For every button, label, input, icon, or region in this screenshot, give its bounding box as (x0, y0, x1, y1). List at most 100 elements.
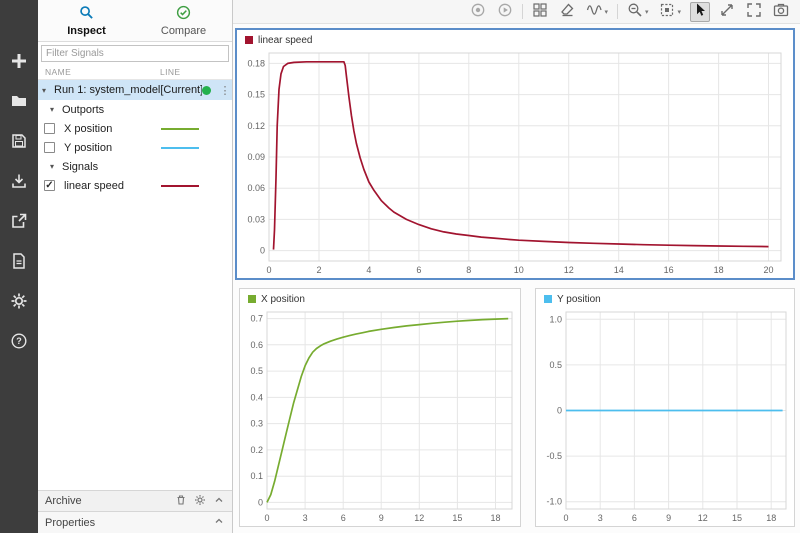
svg-text:18: 18 (714, 265, 724, 275)
group-expand-triangle-icon[interactable]: ▾ (50, 162, 62, 171)
svg-text:0.12: 0.12 (247, 121, 265, 131)
svg-text:12: 12 (414, 513, 424, 523)
snapshot-button[interactable] (771, 2, 791, 22)
archive-bar-icons (175, 494, 225, 509)
signal-label: X position (64, 123, 159, 135)
svg-text:15: 15 (732, 513, 742, 523)
svg-text:?: ? (16, 336, 22, 346)
run-expand-triangle-icon[interactable]: ▾ (42, 86, 54, 95)
legend-label: Y position (557, 294, 601, 305)
plot-y-position[interactable]: Y position 0369121518-1.0-0.500.51.0 (535, 288, 795, 527)
fit-to-view-button[interactable]: ▾ (657, 2, 683, 22)
save-button[interactable] (0, 122, 38, 162)
plot-x-position[interactable]: X position 036912151800.10.20.30.40.50.6… (239, 288, 521, 527)
preferences-button[interactable] (0, 282, 38, 322)
playback-button[interactable] (495, 2, 515, 22)
properties-label: Properties (45, 517, 213, 529)
signal-row-x-position[interactable]: X position (38, 119, 232, 138)
layout-button[interactable] (530, 2, 550, 22)
signal-line-swatch (161, 128, 199, 130)
svg-text:0.4: 0.4 (250, 392, 263, 402)
signal-label: linear speed (64, 180, 159, 192)
trash-icon[interactable] (175, 494, 187, 509)
line-column (159, 185, 232, 187)
signal-row-y-position[interactable]: Y position (38, 138, 232, 157)
x-position-chart[interactable]: 036912151800.10.20.30.40.50.60.7 (240, 306, 520, 526)
svg-text:0: 0 (266, 265, 271, 275)
svg-text:16: 16 (664, 265, 674, 275)
svg-text:0: 0 (258, 497, 263, 507)
plot-linear-speed[interactable]: linear speed 0246810121416182000.030.060… (235, 28, 795, 280)
archive-settings-gear-icon[interactable] (194, 494, 206, 509)
export-button[interactable] (0, 202, 38, 242)
svg-text:18: 18 (766, 513, 776, 523)
y-position-chart[interactable]: 0369121518-1.0-0.500.51.0 (536, 306, 794, 526)
open-button[interactable] (0, 82, 38, 122)
svg-text:3: 3 (303, 513, 308, 523)
create-report-button[interactable] (0, 242, 38, 282)
linear-speed-chart[interactable]: 0246810121416182000.030.060.090.120.150.… (237, 47, 793, 278)
check-icon: ✓ (45, 181, 53, 191)
svg-text:0.15: 0.15 (247, 90, 265, 100)
import-button[interactable] (0, 162, 38, 202)
group-label: Outports (62, 104, 232, 116)
archive-bar[interactable]: Archive (38, 490, 232, 511)
table-header: NAME LINE (38, 65, 232, 80)
run-row[interactable]: ▾ Run 1: system_model[Current] ⋮ (38, 80, 232, 100)
group-row-outports[interactable]: ▾ Outports (38, 100, 232, 119)
group-label: Signals (62, 161, 232, 173)
tab-compare[interactable]: Compare (135, 0, 232, 41)
plus-icon (10, 52, 28, 73)
column-line-header: LINE (160, 67, 232, 77)
fullscreen-button[interactable] (744, 2, 764, 22)
svg-text:14: 14 (614, 265, 624, 275)
signal-checkbox[interactable]: ✓ (44, 180, 55, 191)
collapse-chevron-icon[interactable] (213, 515, 225, 530)
svg-text:2: 2 (316, 265, 321, 275)
add-button[interactable] (0, 42, 38, 82)
plot-toolbar: ▾ ▾ ▾ (233, 0, 800, 24)
line-column (159, 147, 232, 149)
svg-text:0.09: 0.09 (247, 152, 265, 162)
signal-generator-button[interactable]: ▾ (584, 2, 610, 22)
pan-diagonal-button[interactable] (717, 2, 737, 22)
inspect-magnifier-icon (79, 5, 94, 23)
run-kebab-menu-icon[interactable]: ⋮ (218, 84, 232, 97)
gear-icon (10, 292, 28, 313)
svg-text:20: 20 (763, 265, 773, 275)
tab-inspect[interactable]: Inspect (38, 0, 135, 41)
help-button[interactable]: ? (0, 322, 38, 362)
signal-wave-icon (586, 2, 602, 21)
plot-legend: X position (240, 289, 520, 306)
properties-bar[interactable]: Properties (38, 511, 232, 533)
legend-color-swatch (544, 295, 552, 303)
save-icon (10, 132, 28, 153)
pointer-cursor-icon (692, 2, 708, 21)
svg-text:0.1: 0.1 (250, 471, 263, 481)
legend-label: X position (261, 294, 305, 305)
run-label: Run 1: system_model[Current] (54, 84, 202, 96)
signal-checkbox[interactable] (44, 142, 55, 153)
svg-text:-1.0: -1.0 (546, 497, 562, 507)
zoom-out-button[interactable]: ▾ (625, 2, 651, 22)
eraser-icon (559, 2, 575, 21)
layout-grid-icon (532, 2, 548, 21)
svg-text:0.7: 0.7 (250, 314, 263, 324)
filter-signals-input[interactable] (41, 45, 229, 62)
clear-plots-button[interactable] (557, 2, 577, 22)
svg-text:9: 9 (666, 513, 671, 523)
svg-text:12: 12 (564, 265, 574, 275)
pointer-button[interactable] (690, 2, 710, 22)
toolbar-separator (522, 4, 523, 19)
svg-text:15: 15 (452, 513, 462, 523)
panel-empty-space (38, 195, 232, 490)
signal-row-linear-speed[interactable]: ✓ linear speed (38, 176, 232, 195)
group-row-signals[interactable]: ▾ Signals (38, 157, 232, 176)
folder-icon (10, 92, 28, 113)
collapse-chevron-icon[interactable] (213, 494, 225, 509)
record-button[interactable] (468, 2, 488, 22)
compare-check-icon (176, 5, 191, 23)
group-expand-triangle-icon[interactable]: ▾ (50, 105, 62, 114)
svg-text:10: 10 (514, 265, 524, 275)
signal-checkbox[interactable] (44, 123, 55, 134)
